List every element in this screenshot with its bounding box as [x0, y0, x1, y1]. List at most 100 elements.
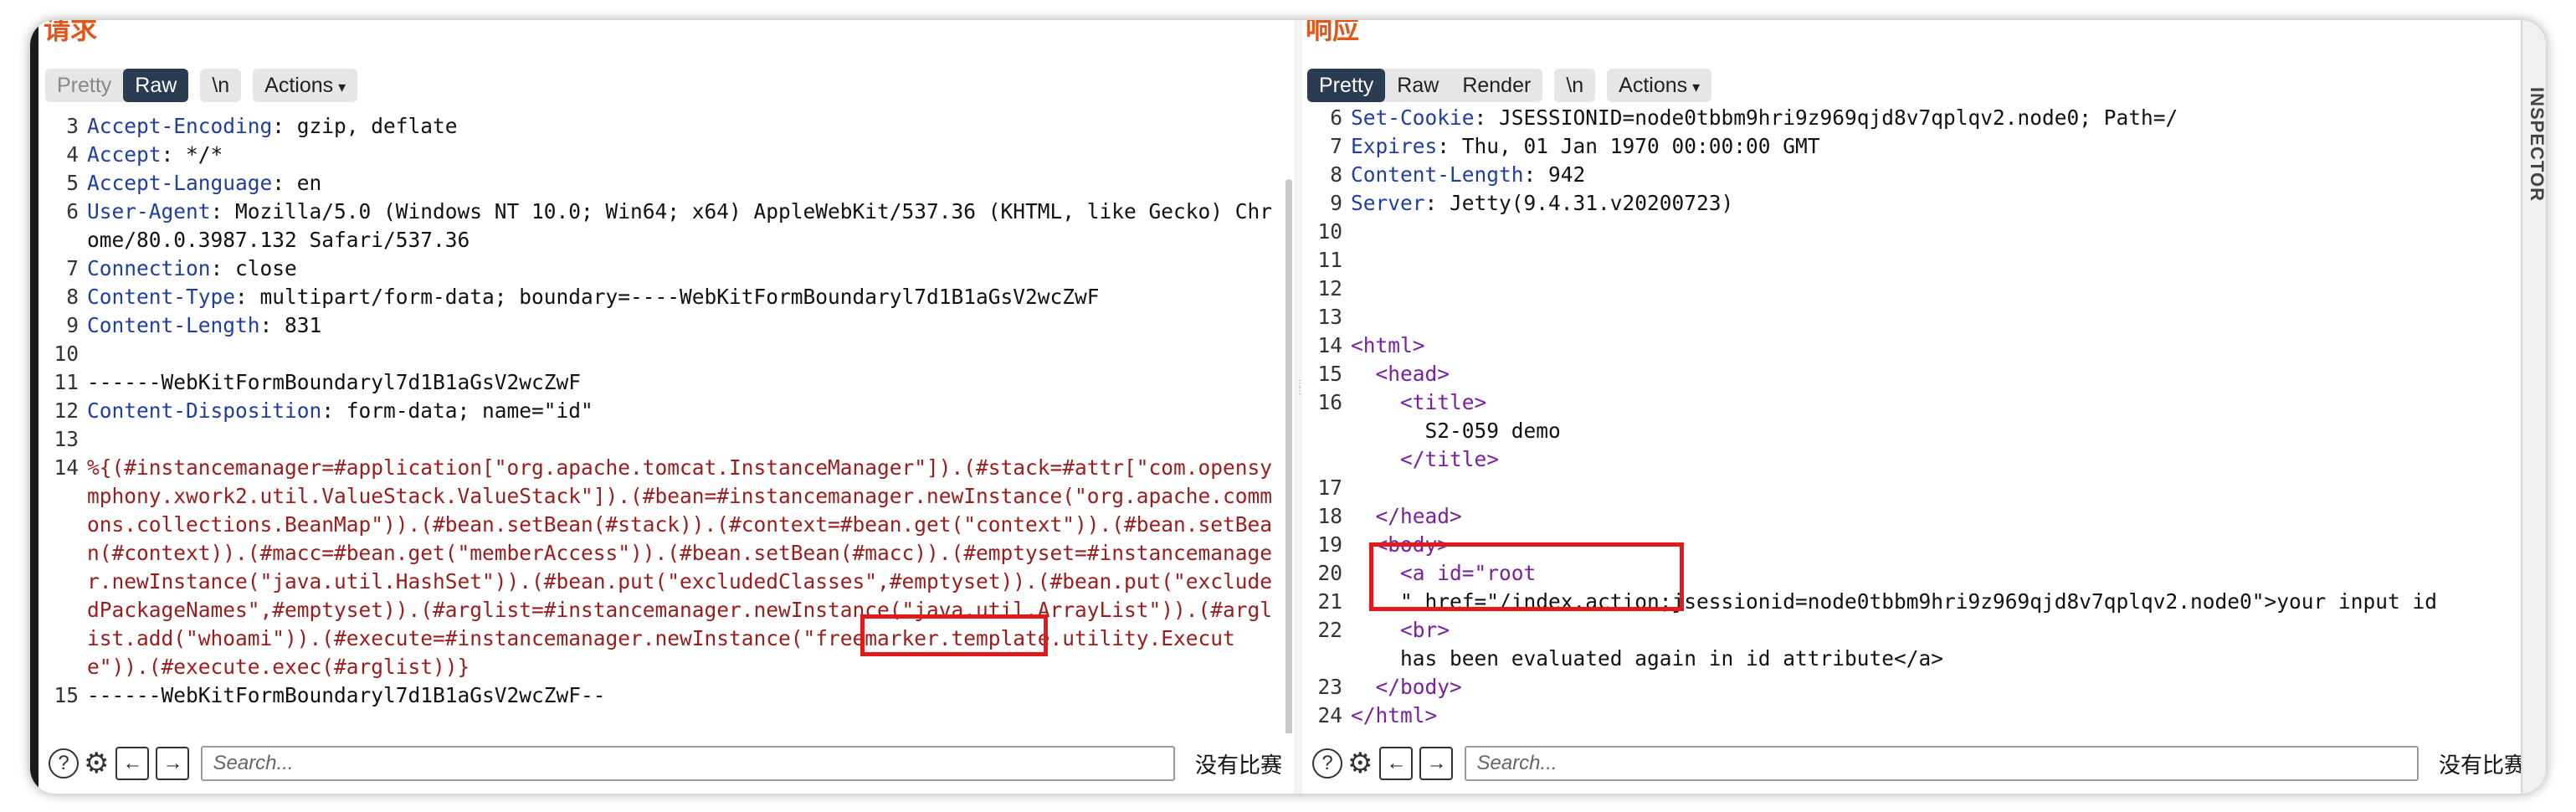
pane-divider[interactable]	[1294, 20, 1302, 794]
response-editor[interactable]: 6 Set-Cookie: JSESSIONID=node0tbbm9hri9z9…	[1302, 104, 2516, 730]
code-line: 6 User-Agent: Mozilla/5.0 (Windows NT 10.…	[38, 198, 1281, 254]
inspector-sidebar[interactable]: INSPECTOR	[2521, 20, 2546, 794]
code-line: 8 Content-Type: multipart/form-data; boun…	[38, 283, 1281, 311]
request-search-input[interactable]: Search...	[201, 746, 1175, 781]
line-content	[1351, 303, 2516, 331]
body-text: </html>	[1351, 703, 1438, 727]
actions-menu[interactable]: Actions ▾	[1607, 69, 1712, 102]
header-value: JSESSIONID=node0tbbm9hri9z969qjd8v7qplqv…	[1486, 105, 2178, 130]
line-content: Content-Disposition: form-data; name="id…	[87, 397, 1281, 425]
tab-render[interactable]: Render	[1450, 69, 1542, 102]
code-line: 12 Content-Disposition: form-data; name="…	[38, 397, 1281, 425]
tab-pretty[interactable]: Pretty	[1307, 69, 1386, 102]
line-content: ------WebKitFormBoundaryl7d1B1aGsV2wcZwF	[87, 368, 1281, 397]
code-line: 13	[1302, 303, 2516, 331]
code-line: 12	[1302, 275, 2516, 303]
line-number: 7	[1330, 134, 1342, 158]
header-value: 942	[1536, 162, 1586, 187]
line-number: 13	[1317, 305, 1342, 329]
header-colon: :	[210, 199, 223, 224]
body-text: ------WebKitFormBoundaryl7d1B1aGsV2wcZwF…	[87, 683, 606, 707]
line-number: 24	[1317, 703, 1342, 727]
line-content	[1351, 474, 2516, 502]
response-toolbar: Pretty Raw Render \n Actions ▾	[1307, 67, 1723, 104]
line-content: ------WebKitFormBoundaryl7d1B1aGsV2wcZwF…	[87, 681, 1281, 710]
header-name: Server	[1351, 191, 1425, 215]
header-name: Expires	[1351, 134, 1438, 158]
line-number: 9	[66, 313, 79, 337]
header-colon: :	[210, 256, 223, 280]
code-line: 14 %{(#instancemanager=#application["org.…	[38, 454, 1281, 681]
body-text: S2-059 demo	[1351, 419, 1561, 443]
help-icon[interactable]: ?	[49, 748, 79, 779]
line-number: 21	[1317, 589, 1342, 614]
line-content: Accept-Encoding: gzip, deflate	[87, 112, 1281, 141]
response-search-input[interactable]: Search...	[1465, 746, 2419, 781]
line-number: 8	[1330, 162, 1342, 187]
tab-pretty[interactable]: Pretty	[45, 69, 123, 102]
header-name: Content-Type	[87, 285, 236, 309]
body-text: ------WebKitFormBoundaryl7d1B1aGsV2wcZwF	[87, 370, 582, 394]
code-line: 14 <html>	[1302, 331, 2516, 360]
line-content: <title>	[1351, 388, 2516, 417]
gear-icon[interactable]: ⚙	[1347, 747, 1373, 780]
code-line: 18 </head>	[1302, 502, 2516, 531]
newline-toggle[interactable]: \n	[1554, 69, 1596, 102]
header-name: Connection	[87, 256, 211, 280]
line-content: Server: Jetty(9.4.31.v20200723)	[1351, 189, 2516, 218]
line-content	[1351, 275, 2516, 303]
line-number: 6	[66, 199, 79, 224]
line-content	[1351, 246, 2516, 275]
request-scrollbar[interactable]	[1285, 179, 1292, 757]
newline-toggle[interactable]: \n	[200, 69, 242, 102]
help-icon[interactable]: ?	[1312, 748, 1342, 779]
response-view-tabs: Pretty Raw Render	[1307, 69, 1543, 102]
request-editor[interactable]: 3 Accept-Encoding: gzip, deflate 4 Accept: …	[38, 112, 1281, 730]
header-value: Mozilla/5.0 (Windows NT 10.0; Win64; x64…	[87, 199, 1273, 252]
next-match-icon[interactable]: →	[1419, 747, 1454, 780]
header-value: form-data; name="id"	[334, 398, 593, 423]
code-line: 24 </html>	[1302, 702, 2516, 730]
line-number: 12	[54, 398, 79, 423]
line-number: 17	[1317, 475, 1342, 500]
request-search-bar: ? ⚙ ← → Search... 没有比赛	[38, 733, 1294, 794]
next-match-icon[interactable]: →	[156, 747, 190, 780]
drag-handle-icon[interactable]: ⋮ ⋮	[1296, 380, 1304, 403]
body-text: has been evaluated again in id attribute…	[1351, 646, 1944, 671]
header-value: 831	[272, 313, 322, 337]
header-name: Accept-Encoding	[87, 114, 273, 138]
gear-icon[interactable]: ⚙	[84, 747, 109, 780]
request-pane: 请求 Pretty Raw \n Actions ▾ 3 Accept-Encodi…	[38, 20, 1294, 794]
line-content: User-Agent: Mozilla/5.0 (Windows NT 10.0…	[87, 198, 1281, 254]
prev-match-icon[interactable]: ←	[115, 747, 150, 780]
response-title: 响应	[1306, 20, 1360, 44]
header-colon: :	[1437, 134, 1450, 158]
line-number: 9	[1330, 191, 1342, 215]
body-text: </body>	[1351, 675, 1462, 699]
line-number: 11	[1317, 248, 1342, 272]
line-number: 8	[66, 285, 79, 309]
line-number: 11	[54, 370, 79, 394]
line-content: Content-Length: 831	[87, 311, 1281, 340]
line-number: 15	[1317, 362, 1342, 386]
header-value: gzip, deflate	[285, 114, 458, 138]
tab-raw[interactable]: Raw	[1385, 69, 1450, 102]
line-content: Accept: */*	[87, 141, 1281, 169]
header-value: close	[223, 256, 297, 280]
header-value: Jetty(9.4.31.v20200723)	[1437, 191, 1734, 215]
header-colon: :	[1424, 191, 1438, 215]
body-text: </head>	[1351, 504, 1462, 528]
line-content: has been evaluated again in id attribute…	[1351, 645, 2516, 673]
line-number	[1302, 445, 1351, 474]
line-number: 15	[54, 683, 79, 707]
prev-match-icon[interactable]: ←	[1379, 747, 1414, 780]
code-line: 11 ------WebKitFormBoundaryl7d1B1aGsV2wcZ…	[38, 368, 1281, 397]
actions-menu[interactable]: Actions ▾	[253, 69, 358, 102]
line-content: %{(#instancemanager=#application["org.ap…	[87, 454, 1281, 681]
tab-raw[interactable]: Raw	[123, 69, 189, 102]
header-colon: :	[272, 114, 285, 138]
line-content: </html>	[1351, 702, 2516, 730]
body-text: </title>	[1351, 447, 1500, 471]
response-match-count: 没有比赛	[2438, 752, 2526, 778]
code-line: 23 </body>	[1302, 673, 2516, 702]
